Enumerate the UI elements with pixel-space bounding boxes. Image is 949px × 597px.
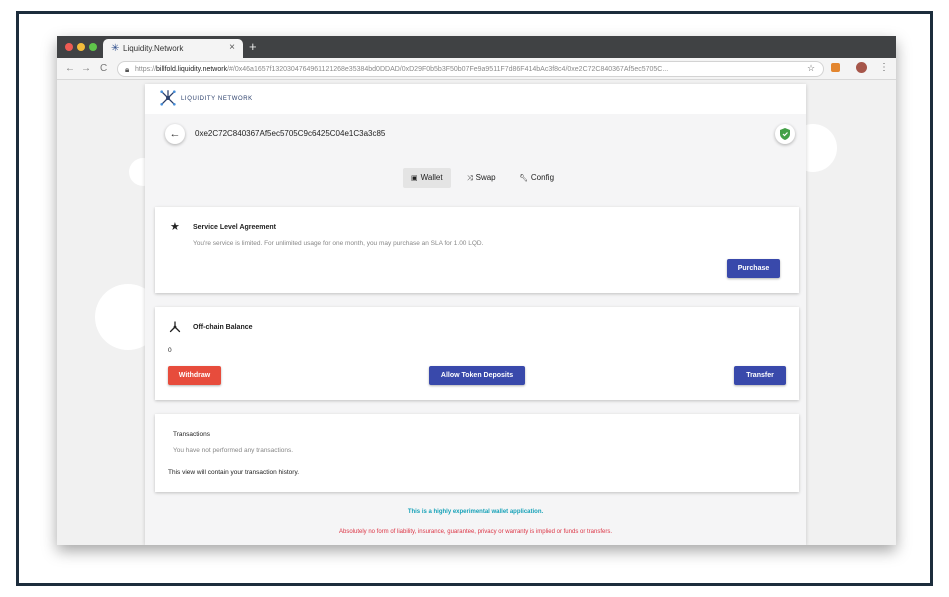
transactions-empty-text: You have not performed any transactions. [173, 447, 294, 454]
transactions-title: Transactions [173, 431, 210, 438]
tab-swap[interactable]: ⤨ Swap [459, 168, 504, 188]
tab-wallet[interactable]: ▣ Wallet [403, 168, 451, 188]
tab-config[interactable]: 🔧︎ Config [511, 168, 562, 188]
favicon-icon: ✳ [111, 43, 120, 54]
wallet-address-bar: ← 0xe2C72C840367Af5ec5705C9c6425C04e1C3a… [155, 117, 796, 153]
transactions-history-text: This view will contain your transaction … [168, 469, 300, 476]
browser-window: ✳ Liquidity.Network × + ← → C 🔒︎ https:/… [57, 36, 896, 545]
liquidity-logo-icon [160, 90, 176, 106]
wallet-icon: ▣ [411, 175, 418, 182]
wallet-app: LIQUIDITY NETWORK ← 0xe2C72C840367Af5ec5… [145, 84, 806, 545]
tab-close-icon[interactable]: × [229, 42, 235, 54]
sla-description: You're service is limited. For unlimited… [193, 240, 484, 247]
withdraw-button[interactable]: Withdraw [168, 366, 221, 385]
browser-tab[interactable]: ✳ Liquidity.Network × [103, 39, 243, 58]
transactions-card: Transactions You have not performed any … [155, 414, 799, 492]
forward-arrow-icon[interactable]: → [81, 62, 91, 75]
back-button[interactable]: ← [165, 124, 185, 144]
maximize-window-icon[interactable] [89, 43, 97, 51]
transfer-button[interactable]: Transfer [734, 366, 786, 385]
experimental-notice: This is a highly experimental wallet app… [407, 509, 544, 515]
offchain-balance-card: Off-chain Balance 0 Withdraw Allow Token… [155, 307, 799, 400]
star-icon: ★ [170, 221, 180, 233]
purchase-button[interactable]: Purchase [727, 259, 780, 278]
back-arrow-icon[interactable]: ← [65, 62, 75, 75]
reload-icon[interactable]: C [100, 62, 107, 75]
sla-title: Service Level Agreement [193, 224, 277, 231]
browser-toolbar: ← → C 🔒︎ https://billfold.liquidity.netw… [57, 58, 896, 80]
allow-token-deposits-button[interactable]: Allow Token Deposits [429, 366, 525, 385]
wallet-address: 0xe2C72C840367Af5ec5705C9c6425C04e1C3a3c… [195, 129, 386, 138]
liability-disclaimer: Absolutely no form of liability, insuran… [338, 529, 612, 535]
close-window-icon[interactable] [65, 43, 73, 51]
network-nodes-icon [169, 321, 181, 333]
lock-icon: 🔒︎ [125, 65, 130, 74]
bookmark-star-icon[interactable]: ☆ [807, 62, 815, 74]
kebab-menu-icon[interactable]: ⋮ [879, 61, 889, 74]
minimize-window-icon[interactable] [77, 43, 85, 51]
sla-card: ★ Service Level Agreement You're service… [155, 207, 799, 293]
extension-icon[interactable] [831, 63, 840, 72]
logo-text: LIQUIDITY NETWORK [181, 96, 253, 102]
offchain-title: Off-chain Balance [193, 324, 253, 331]
new-tab-button[interactable]: + [249, 39, 257, 55]
url-text: https://billfold.liquidity.network/#/0x4… [135, 66, 669, 73]
browser-titlebar: ✳ Liquidity.Network × + [57, 36, 896, 58]
swap-icon: ⤨ [467, 175, 473, 182]
profile-avatar-icon[interactable] [856, 62, 867, 73]
security-shield-button[interactable] [775, 124, 795, 144]
wrench-icon: 🔧︎ [519, 175, 528, 182]
offchain-balance-value: 0 [168, 347, 172, 354]
shield-icon [780, 128, 790, 140]
tab-title: Liquidity.Network [123, 44, 184, 53]
address-bar[interactable]: 🔒︎ https://billfold.liquidity.network/#/… [117, 61, 824, 77]
app-header: LIQUIDITY NETWORK [145, 84, 806, 114]
